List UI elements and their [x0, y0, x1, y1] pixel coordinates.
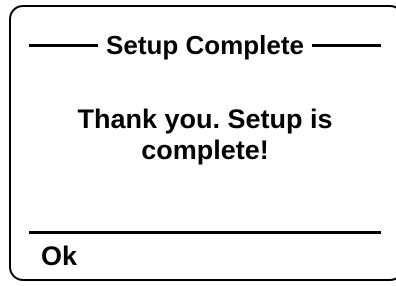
dialog-title: Setup Complete — [106, 30, 304, 60]
dialog-header: Setup Complete — [29, 28, 382, 62]
ok-button[interactable]: Ok — [39, 238, 83, 274]
confirmation-message: Thank you. Setup is complete! — [77, 104, 333, 165]
title-right-rule — [311, 43, 382, 47]
title-left-rule — [29, 43, 99, 47]
footer-divider — [29, 231, 381, 234]
